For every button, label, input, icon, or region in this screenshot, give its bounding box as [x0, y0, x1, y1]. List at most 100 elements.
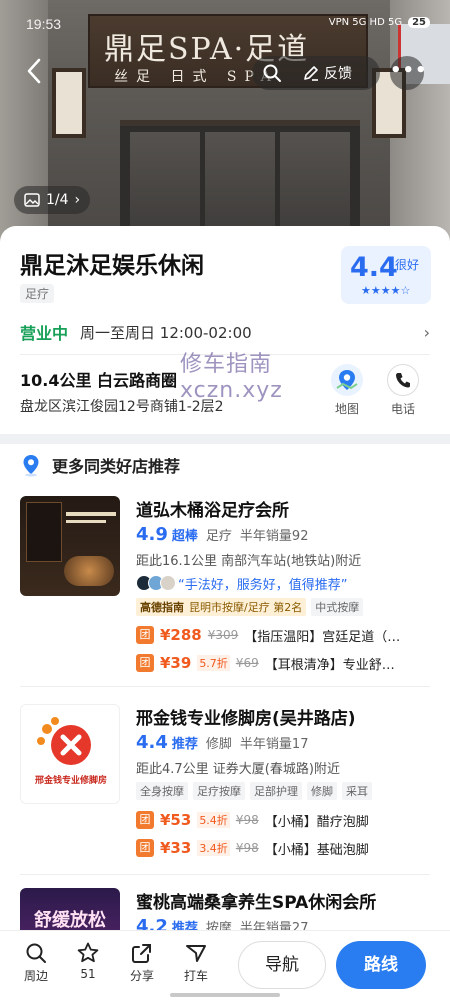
nearby-label: 周边 [23, 969, 48, 983]
search-button[interactable] [252, 56, 292, 90]
recommend-header: 更多同类好店推荐 [20, 448, 180, 482]
battery-icon: 25 [408, 17, 430, 28]
more-button[interactable]: ••• [390, 56, 427, 90]
shop-title: 邢金钱专业修脚房(吴井路店) [136, 709, 356, 729]
lamp-left [52, 68, 86, 138]
shop-score-level: 推荐 [171, 737, 198, 752]
recommend-section: 更多同类好店推荐 道弘木桶浴足疗会所 4.9 超棒 足疗 半年销量92 距此16… [0, 444, 450, 940]
deal-row[interactable]: 团 ¥39 5.7折 ¥69 【耳根清净】专业舒… [136, 653, 395, 673]
nearby-button[interactable]: 周边 [14, 941, 58, 984]
thumb-caption: 邢金钱专业修脚房 [34, 776, 107, 786]
shop-category: 足疗 [205, 529, 232, 544]
bottom-action-bar: 周边 51 分享 打车 导航 路线 [0, 930, 450, 1000]
edit-icon [304, 66, 318, 81]
group-buy-icon: 团 [136, 654, 154, 672]
map-button[interactable]: 地图 [323, 364, 371, 417]
rating-score: 4.4 [350, 252, 398, 283]
shop-tag: 中式按摩 [311, 598, 364, 616]
shop-category-tag: 足疗 [20, 284, 55, 303]
navigate-button[interactable]: 导航 [238, 941, 326, 989]
status-icons: VPN 5G HD 5G 25 [329, 17, 430, 28]
rating-box[interactable]: 4.4 很好 ★★★★☆ [341, 246, 431, 304]
shop-title: 道弘木桶浴足疗会所 [136, 501, 289, 521]
shop-title: 蜜桃高端桑拿养生SPA休闲会所 [136, 893, 377, 913]
shop-sales: 半年销量92 [239, 529, 309, 544]
photo-count-badge[interactable]: 1/4 › [14, 186, 91, 214]
location-pin-icon [23, 455, 39, 477]
group-buy-icon: 团 [136, 626, 154, 644]
recommend-title: 更多同类好店推荐 [52, 457, 181, 476]
feedback-button[interactable]: 反馈 [292, 63, 352, 83]
status-time: 19:53 [26, 16, 62, 32]
group-buy-icon: 团 [136, 811, 154, 829]
shop-tag: 采耳 [342, 782, 372, 800]
deal-discount: 5.4折 [197, 812, 230, 828]
favorite-button[interactable]: 51 [66, 941, 110, 981]
deal-discount: 3.4折 [197, 840, 230, 856]
divider [20, 686, 430, 687]
deal-name: 【指压温阳】宫廷足道（… [244, 629, 401, 645]
watermark-line1: 修车指南 [180, 352, 273, 377]
divider [20, 874, 430, 875]
ranking-badge[interactable]: 高德指南 昆明市按摩/足疗 第2名 [136, 598, 307, 616]
map-label: 地图 [334, 402, 359, 416]
deal-price: ¥33 [160, 839, 192, 857]
deal-row[interactable]: 团 ¥288 ¥309 【指压温阳】宫廷足道（… [136, 625, 400, 645]
feedback-label: 反馈 [324, 66, 352, 82]
shop-meta: 4.9 超棒 足疗 半年销量92 [136, 524, 308, 545]
deal-discount: 5.7折 [197, 655, 230, 671]
shop-tag: 修脚 [307, 782, 337, 800]
status-bar: 19:53 VPN 5G HD 5G 25 [0, 0, 450, 36]
shop-category: 修脚 [205, 737, 232, 752]
share-icon [132, 944, 151, 963]
shop-location: 距此4.7公里 证券大厦(春城路)附近 [136, 762, 340, 777]
deal-name: 【耳根清净】专业舒… [264, 657, 395, 673]
shop-tag: 足疗按摩 [193, 782, 245, 800]
share-button[interactable]: 分享 [120, 941, 164, 984]
shop-card[interactable]: 道弘木桶浴足疗会所 4.9 超棒 足疗 半年销量92 距此16.1公里 南部汽车… [0, 496, 450, 687]
search-icon [263, 64, 281, 82]
deal-name: 【小桶】基础泡脚 [264, 842, 369, 858]
shop-tags: 高德指南 昆明市按摩/足疗 第2名 中式按摩 [136, 598, 364, 616]
deal-row[interactable]: 团 ¥33 3.4折 ¥98 【小桶】基础泡脚 [136, 838, 369, 858]
taxi-icon [186, 945, 206, 962]
phone-icon [396, 373, 410, 388]
shop-card[interactable]: 邢金钱专业修脚房 邢金钱专业修脚房(吴井路店) 4.4 推荐 修脚 半年销量17… [0, 704, 450, 875]
shop-tags: 全身按摩 足疗按摩 足部护理 修脚 采耳 [136, 782, 372, 800]
shop-thumbnail [20, 496, 120, 596]
home-indicator[interactable] [170, 993, 280, 997]
rating-word: 很好 [395, 258, 420, 272]
back-button[interactable] [24, 56, 52, 90]
shop-logo [37, 717, 91, 765]
group-buy-icon: 团 [136, 839, 154, 857]
favorite-count: 51 [80, 967, 96, 981]
shop-score: 4.9 [136, 524, 168, 545]
chevron-right-icon: › [74, 192, 81, 208]
shop-sales: 半年销量17 [239, 737, 309, 752]
image-icon [24, 193, 40, 207]
phone-label: 电话 [390, 402, 415, 416]
taxi-button[interactable]: 打车 [174, 941, 218, 984]
shop-tag: 全身按摩 [136, 782, 188, 800]
share-label: 分享 [129, 969, 154, 983]
status-network: VPN 5G HD 5G [328, 17, 403, 28]
deal-original-price: ¥309 [207, 628, 239, 642]
deal-row[interactable]: 团 ¥53 5.4折 ¥98 【小桶】醋疗泡脚 [136, 810, 369, 830]
avatar [160, 575, 176, 591]
shop-name: 鼎足沐足娱乐休闲 [20, 253, 204, 279]
route-button[interactable]: 路线 [336, 941, 426, 989]
star-icon [77, 942, 99, 963]
deal-price: ¥288 [160, 626, 202, 644]
ranking-text: 昆明市按摩/足疗 第2名 [189, 601, 303, 614]
thumb-caption: 舒缓放松 [34, 910, 106, 931]
ranking-brand: 高德指南 [140, 601, 184, 614]
shop-meta: 4.4 推荐 修脚 半年销量17 [136, 732, 308, 753]
deal-price: ¥39 [160, 654, 192, 672]
shop-thumbnail: 邢金钱专业修脚房 [20, 704, 120, 804]
business-hours: 周一至周日 12:00-02:00 [80, 323, 252, 342]
phone-button[interactable]: 电话 [379, 364, 427, 417]
search-icon [26, 943, 46, 963]
watermark-line2: xczn.xyz [180, 378, 283, 403]
business-hours-row[interactable]: 营业中 周一至周日 12:00-02:00 › [20, 320, 430, 344]
watermark: 修车指南 xczn.xyz [180, 352, 283, 404]
